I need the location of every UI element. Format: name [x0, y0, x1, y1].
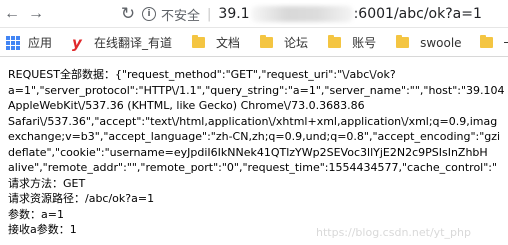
url-host: 39.1	[218, 6, 250, 22]
omnibox[interactable]: i 不安全 | 39.1 :6001 /abc/ok?a=1	[142, 2, 508, 26]
content-line: alive","remote_addr":"","remote_port":"0…	[8, 161, 498, 174]
apps-grid-icon	[6, 35, 20, 50]
folder-icon	[396, 35, 410, 48]
request-method-line: 请求方法：GET	[8, 176, 86, 190]
url-port: :6001	[353, 6, 394, 22]
back-arrow-icon[interactable]: ←	[2, 4, 22, 24]
bookmark-label: 账号	[352, 36, 377, 50]
youdao-icon: y	[72, 33, 82, 52]
url-path: /abc/ok?a=1	[393, 6, 482, 22]
params-line: 参数：a=1	[8, 207, 64, 221]
security-label[interactable]: 不安全	[161, 5, 200, 24]
bookmark-label: 在线翻译_有道	[94, 36, 173, 50]
forward-arrow-icon[interactable]: →	[26, 4, 46, 24]
bookmark-label: 论坛	[284, 36, 309, 50]
bookmark-label: 文档	[216, 36, 241, 50]
bookmark-label: 一	[504, 34, 508, 51]
request-path-line: 请求资源路径：/abc/ok?a=1	[8, 192, 155, 205]
folder-icon	[328, 35, 342, 48]
content-line: a=1","server_protocol":"HTTP\/1.1","quer…	[8, 83, 505, 97]
folder-icon	[260, 35, 274, 48]
bookmark-youdao[interactable]: y 在线翻译_有道	[72, 32, 180, 54]
content-line: deflate","cookie":"username=eyJpdiI6IkNN…	[8, 145, 488, 159]
bookmark-label: swoole	[420, 35, 462, 50]
bookmark-folder-forum[interactable]: 论坛	[260, 32, 316, 54]
bookmark-folder-accounts[interactable]: 账号	[328, 32, 384, 54]
url-redaction	[250, 6, 353, 22]
content-line: REQUEST全部数据：{"request_method":"GET","req…	[8, 68, 396, 81]
content-line: exchange;v=b3","accept_language":"zh-CN,…	[8, 130, 501, 143]
bookmark-label: 应用	[28, 36, 53, 50]
watermark: https://blog.csdn.net/yt_php	[316, 226, 471, 239]
address-bar: ← → ↻ i 不安全 | 39.1 :6001 /abc/ok?a=1	[0, 0, 508, 28]
bookmark-apps[interactable]: 应用	[6, 32, 60, 54]
bookmark-folder-more[interactable]: 一	[479, 32, 508, 54]
content-line: AppleWebKit\/537.36 (KHTML, like Gecko) …	[8, 99, 365, 112]
bookmark-folder-docs[interactable]: 文档	[192, 32, 248, 54]
info-icon[interactable]: i	[142, 7, 156, 21]
reload-icon[interactable]: ↻	[118, 4, 138, 24]
omnibox-separator: |	[207, 6, 212, 22]
bookmarks-bar: 应用 y 在线翻译_有道 文档 论坛 账号 swoole 一	[0, 29, 508, 57]
folder-icon	[479, 35, 493, 48]
folder-icon	[192, 35, 206, 48]
bookmark-folder-swoole[interactable]: swoole	[396, 32, 469, 54]
content-line: Safari\/537.36","accept":"text\/html,app…	[8, 114, 498, 128]
page-content: REQUEST全部数据：{"request_method":"GET","req…	[8, 67, 508, 238]
